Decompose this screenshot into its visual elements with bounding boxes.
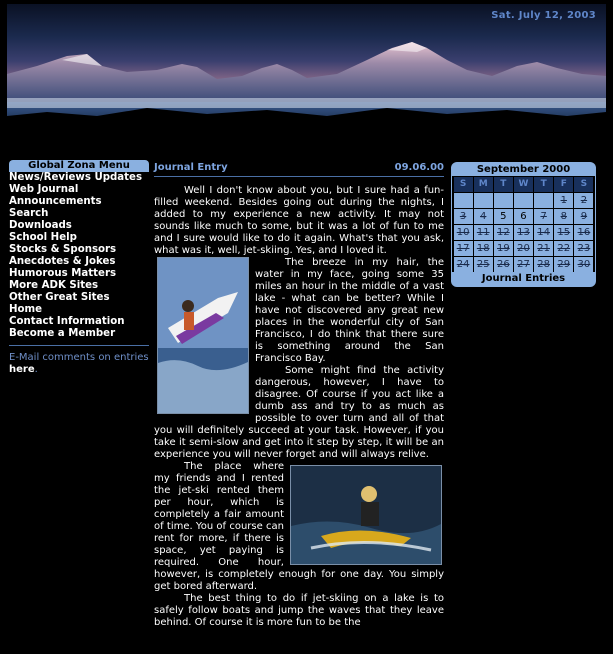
menu-divider xyxy=(9,345,149,346)
calendar-day[interactable]: 24 xyxy=(453,256,473,272)
nav-link-search[interactable]: Search xyxy=(9,208,149,220)
nav-link-web-journal[interactable]: Web Journal xyxy=(9,184,149,196)
mountain-banner: Sat. July 12, 2003 xyxy=(7,4,606,154)
entry-paragraph-1: Well I don't know about you, but I sure … xyxy=(154,185,444,256)
calendar-day[interactable]: 30 xyxy=(574,256,594,272)
calendar-day[interactable]: 8 xyxy=(554,208,574,224)
nav-link-school-help[interactable]: School Help xyxy=(9,232,149,244)
journal-entries-label[interactable]: Journal Entries xyxy=(452,272,595,285)
calendar-day[interactable]: 18 xyxy=(473,240,493,256)
calendar-day[interactable]: 4 xyxy=(473,208,493,224)
nav-link-downloads[interactable]: Downloads xyxy=(9,220,149,232)
calendar-day[interactable]: 29 xyxy=(554,256,574,272)
nav-link-other-great-sites[interactable]: Other Great Sites xyxy=(9,292,149,304)
calendar-day[interactable]: 25 xyxy=(473,256,493,272)
calendar-day[interactable]: 23 xyxy=(574,240,594,256)
entry-header: Journal Entry 09.06.00 xyxy=(154,162,444,173)
calendar-day-header: T xyxy=(534,176,554,192)
calendar-day[interactable]: 5 xyxy=(493,208,513,224)
mountain-landscape-image xyxy=(7,42,606,154)
nav-link-contact-information[interactable]: Contact Information xyxy=(9,316,149,328)
nav-link-announcements[interactable]: Announcements xyxy=(9,196,149,208)
menu-list: News/Reviews Updates Web Journal Announc… xyxy=(9,172,149,340)
journal-entry: Journal Entry 09.06.00 Well I don't know… xyxy=(154,162,444,629)
calendar-day[interactable]: 14 xyxy=(534,224,554,240)
calendar-day[interactable]: 16 xyxy=(574,224,594,240)
calendar-day[interactable]: 26 xyxy=(493,256,513,272)
calendar-day[interactable]: 9 xyxy=(574,208,594,224)
calendar-day-header: W xyxy=(513,176,534,192)
calendar-empty-cell xyxy=(473,192,493,208)
calendar-day[interactable]: 3 xyxy=(453,208,473,224)
calendar-day[interactable]: 11 xyxy=(473,224,493,240)
calendar-grid: S M T W T F S 1 2 3 4 5 6 7 8 9 10 11 12… xyxy=(452,176,595,272)
calendar-day[interactable]: 13 xyxy=(513,224,534,240)
nav-link-become-member[interactable]: Become a Member xyxy=(9,328,149,340)
email-comments-note: E-Mail comments on entries here. xyxy=(9,352,149,376)
calendar-empty-cell xyxy=(453,192,473,208)
calendar-day[interactable]: 21 xyxy=(534,240,554,256)
calendar-day-header: T xyxy=(493,176,513,192)
email-suffix: . xyxy=(34,364,38,375)
nav-link-stocks-sponsors[interactable]: Stocks & Sponsors xyxy=(9,244,149,256)
calendar-day[interactable]: 17 xyxy=(453,240,473,256)
calendar-day-header: S xyxy=(453,176,473,192)
jetski-rider-photo xyxy=(290,465,442,565)
calendar-day[interactable]: 19 xyxy=(493,240,513,256)
email-here-link[interactable]: here xyxy=(9,364,35,375)
calendar-day[interactable]: 28 xyxy=(534,256,554,272)
current-date: Sat. July 12, 2003 xyxy=(491,10,596,21)
jetski-jump-photo xyxy=(157,257,249,414)
calendar-day[interactable]: 10 xyxy=(453,224,473,240)
calendar-day[interactable]: 20 xyxy=(513,240,534,256)
entry-paragraph-5: The best thing to do if jet-skiing on a … xyxy=(154,593,444,628)
calendar-day-header: S xyxy=(574,176,594,192)
left-navigation: Global Zona Menu News/Reviews Updates We… xyxy=(9,160,149,376)
nav-link-more-adk-sites[interactable]: More ADK Sites xyxy=(9,280,149,292)
menu-title: Global Zona Menu xyxy=(9,160,149,172)
entry-divider xyxy=(154,176,444,177)
calendar-day[interactable]: 2 xyxy=(574,192,594,208)
calendar-day-header: M xyxy=(473,176,493,192)
calendar-widget: September 2000 S M T W T F S 1 2 3 4 5 6… xyxy=(451,162,596,287)
calendar-day[interactable]: 6 xyxy=(513,208,534,224)
nav-link-anecdotes-jokes[interactable]: Anecdotes & Jokes xyxy=(9,256,149,268)
email-prefix: E-Mail comments on entries xyxy=(9,352,149,363)
nav-link-news-reviews[interactable]: News/Reviews Updates xyxy=(9,172,149,184)
entry-title: Journal Entry xyxy=(154,162,228,173)
calendar-empty-cell xyxy=(534,192,554,208)
calendar-day[interactable]: 1 xyxy=(554,192,574,208)
calendar-empty-cell xyxy=(513,192,534,208)
calendar-day[interactable]: 22 xyxy=(554,240,574,256)
calendar-day[interactable]: 15 xyxy=(554,224,574,240)
calendar-day[interactable]: 12 xyxy=(493,224,513,240)
nav-link-home[interactable]: Home xyxy=(9,304,149,316)
entry-date: 09.06.00 xyxy=(394,162,444,173)
calendar-day[interactable]: 27 xyxy=(513,256,534,272)
calendar-day[interactable]: 7 xyxy=(534,208,554,224)
calendar-day-header: F xyxy=(554,176,574,192)
nav-link-humorous-matters[interactable]: Humorous Matters xyxy=(9,268,149,280)
calendar-month-title: September 2000 xyxy=(476,164,571,175)
calendar-empty-cell xyxy=(493,192,513,208)
